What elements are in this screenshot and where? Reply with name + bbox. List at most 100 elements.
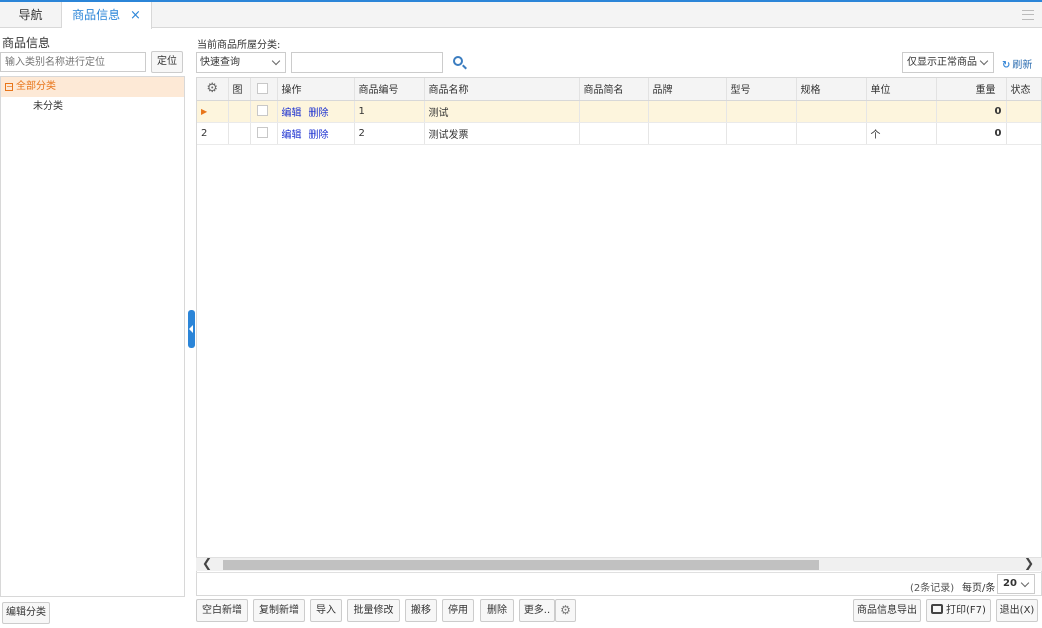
row-short-name xyxy=(579,100,649,123)
tab-nav-label: 导航 xyxy=(18,8,43,22)
collapse-icon[interactable]: − xyxy=(5,83,13,91)
product-grid: ⚙ 图 操作 商品编号 商品名称 商品简名 品牌 型号 规格 单位 重量 状态 … xyxy=(196,77,1042,596)
row-select[interactable] xyxy=(250,122,278,145)
copy-add-button[interactable]: 复制新增 xyxy=(253,599,305,622)
scroll-left-icon[interactable]: ❮ xyxy=(202,556,212,570)
blank-add-button[interactable]: 空白新增 xyxy=(196,599,248,622)
column-header-image: 图 xyxy=(228,78,251,101)
row-name: 测试 xyxy=(424,100,580,123)
row-weight: 0 xyxy=(936,122,1007,145)
gear-icon[interactable]: ⚙ xyxy=(555,599,576,622)
column-header-status[interactable]: 状态 xyxy=(1006,78,1041,101)
quick-query-select[interactable]: 快速查询 xyxy=(196,52,286,73)
menu-icon[interactable] xyxy=(1022,10,1034,20)
tab-bar: 导航 商品信息 × xyxy=(0,2,1042,29)
export-button[interactable]: 商品信息导出 xyxy=(853,599,921,622)
print-label: 打印(F7) xyxy=(946,605,986,616)
category-search-input[interactable] xyxy=(0,52,146,72)
batch-edit-button[interactable]: 批量修改 xyxy=(347,599,400,622)
column-header-spec[interactable]: 规格 xyxy=(796,78,867,101)
edit-link[interactable]: 编辑 xyxy=(282,108,302,119)
row-spec xyxy=(796,100,867,123)
column-header-short-name[interactable]: 商品简名 xyxy=(579,78,649,101)
quick-query-input[interactable] xyxy=(291,52,443,73)
move-button[interactable]: 搬移 xyxy=(405,599,437,622)
pager: (2条记录) 每页/条 20 xyxy=(196,572,1042,595)
row-model xyxy=(726,122,797,145)
row-unit xyxy=(866,100,937,123)
panel-collapse-handle[interactable] xyxy=(188,310,195,348)
record-count: (2条记录) xyxy=(910,583,955,594)
row-number: 2 xyxy=(197,122,229,145)
column-header-select-all[interactable] xyxy=(250,78,278,101)
import-button[interactable]: 导入 xyxy=(310,599,342,622)
page-size-select[interactable]: 20 xyxy=(997,574,1035,594)
close-icon[interactable]: × xyxy=(130,8,141,23)
quick-query-value: 快速查询 xyxy=(200,57,240,68)
row-actions: 编辑 删除 xyxy=(277,100,355,123)
exit-button[interactable]: 退出(X) xyxy=(996,599,1038,622)
row-unit: 个 xyxy=(866,122,937,145)
row-actions: 编辑 删除 xyxy=(277,122,355,145)
row-select[interactable] xyxy=(250,100,278,123)
category-tree: − 全部分类 未分类 xyxy=(0,76,185,597)
scroll-right-icon[interactable]: ❯ xyxy=(1024,556,1034,570)
row-model xyxy=(726,100,797,123)
column-header-unit[interactable]: 单位 xyxy=(866,78,937,101)
row-image xyxy=(228,100,251,123)
per-page-label: 每页/条 xyxy=(962,583,996,594)
edit-link[interactable]: 编辑 xyxy=(282,130,302,141)
table-row[interactable]: ▶ 编辑 删除 1 测试 0 xyxy=(197,100,1041,123)
row-spec xyxy=(796,122,867,145)
status-filter-value: 仅显示正常商品 xyxy=(907,57,977,68)
table-row[interactable]: 2 编辑 删除 2 测试发票 个 0 xyxy=(197,122,1041,145)
row-name: 测试发票 xyxy=(424,122,580,145)
refresh-button[interactable]: ↻ 刷新 xyxy=(1002,56,1032,71)
tree-item-all[interactable]: − 全部分类 xyxy=(1,77,184,97)
column-header-name[interactable]: 商品名称 xyxy=(424,78,580,101)
column-header-code[interactable]: 商品编号 xyxy=(354,78,425,101)
chevron-down-icon xyxy=(979,56,989,66)
print-button[interactable]: 打印(F7) xyxy=(926,599,991,622)
select-all-checkbox[interactable] xyxy=(256,83,268,94)
column-settings-header[interactable]: ⚙ xyxy=(197,78,229,101)
row-brand xyxy=(648,122,727,145)
edit-category-button[interactable]: 编辑分类 xyxy=(2,602,50,624)
status-filter-select[interactable]: 仅显示正常商品 xyxy=(902,52,994,73)
row-status xyxy=(1006,100,1041,123)
tree-item-all-label: 全部分类 xyxy=(16,81,56,92)
column-header-weight[interactable]: 重量 xyxy=(936,78,1007,101)
row-code: 2 xyxy=(354,122,425,145)
tab-nav[interactable]: 导航 xyxy=(0,2,62,28)
tab-product-info[interactable]: 商品信息 × xyxy=(62,2,152,29)
row-brand xyxy=(648,100,727,123)
scrollbar-thumb[interactable] xyxy=(223,560,819,570)
grid-header-row: ⚙ 图 操作 商品编号 商品名称 商品简名 品牌 型号 规格 单位 重量 状态 xyxy=(197,78,1041,101)
row-code: 1 xyxy=(354,100,425,123)
row-marker: ▶ xyxy=(197,100,229,123)
tree-item-uncategorized[interactable]: 未分类 xyxy=(1,97,184,117)
column-header-brand[interactable]: 品牌 xyxy=(648,78,727,101)
row-checkbox[interactable] xyxy=(256,127,268,139)
row-weight: 0 xyxy=(936,100,1007,123)
more-button[interactable]: 更多.. xyxy=(519,599,555,622)
page-size-value: 20 xyxy=(1003,578,1017,589)
row-image xyxy=(228,122,251,145)
horizontal-scrollbar[interactable]: ❮ ❯ xyxy=(196,556,1042,571)
tree-item-uncategorized-label: 未分类 xyxy=(33,101,63,112)
delete-button[interactable]: 删除 xyxy=(480,599,514,622)
locate-button[interactable]: 定位 xyxy=(151,51,183,73)
row-short-name xyxy=(579,122,649,145)
delete-link[interactable]: 删除 xyxy=(309,130,329,141)
print-icon xyxy=(931,604,944,614)
row-checkbox[interactable] xyxy=(256,105,268,117)
delete-link[interactable]: 删除 xyxy=(309,108,329,119)
row-status xyxy=(1006,122,1041,145)
gear-icon[interactable]: ⚙ xyxy=(206,81,218,96)
refresh-label: 刷新 xyxy=(1012,60,1033,71)
disable-button[interactable]: 停用 xyxy=(442,599,474,622)
column-header-actions: 操作 xyxy=(277,78,355,101)
column-header-model[interactable]: 型号 xyxy=(726,78,797,101)
chevron-down-icon xyxy=(271,56,281,66)
search-icon[interactable] xyxy=(453,56,463,66)
